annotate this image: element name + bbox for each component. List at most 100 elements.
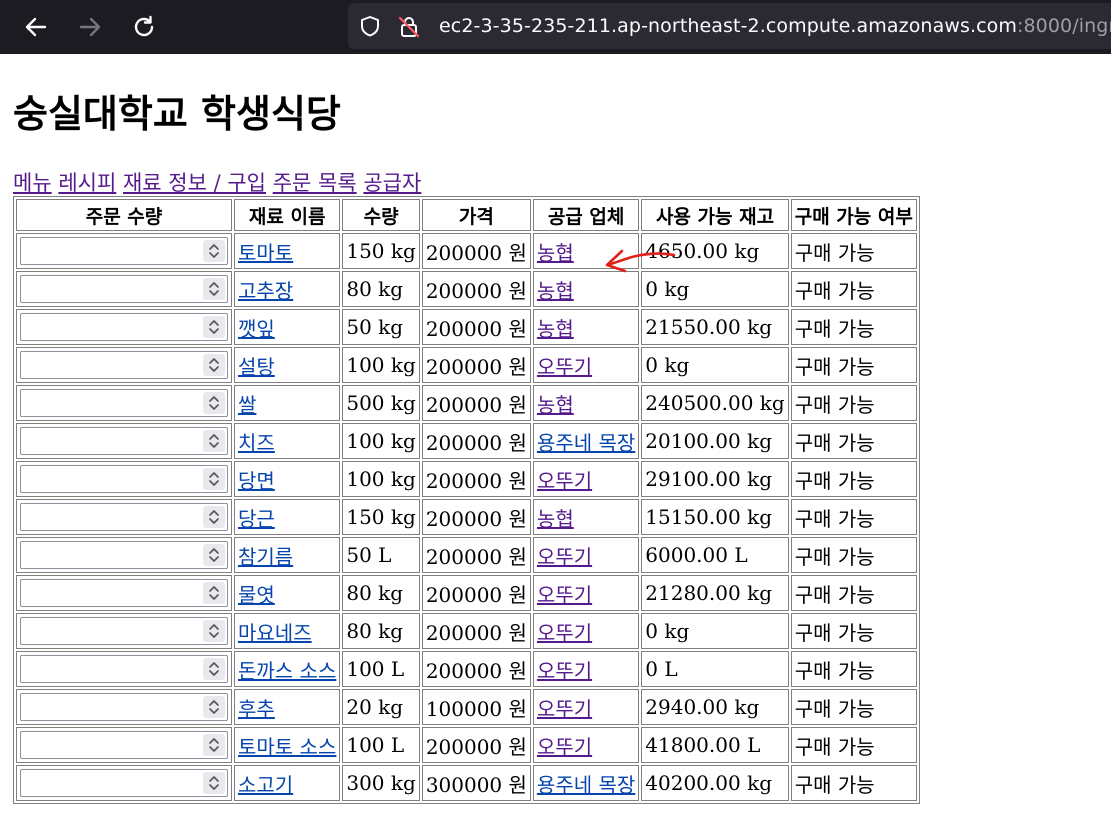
supplier-link[interactable]: 농협 [537,317,574,341]
order-quantity-input[interactable] [20,541,228,569]
spinner-icon[interactable] [203,696,225,718]
order-quantity-input[interactable] [20,655,228,683]
ingredient-link[interactable]: 물엿 [238,583,275,607]
ingredient-link[interactable]: 고추장 [238,279,293,303]
order-quantity-input[interactable] [20,237,228,265]
order-quantity-input[interactable] [20,351,228,379]
quantity-cell: 100 L [342,651,420,687]
spinner-icon[interactable] [203,772,225,794]
insecure-lock-icon[interactable] [397,15,421,39]
price-cell: 200000 원 [421,727,531,763]
spinner-icon[interactable] [203,620,225,642]
ingredient-link[interactable]: 참기름 [238,545,293,569]
ingredient-name-cell: 당근 [234,499,341,535]
supplier-link[interactable]: 용주네 목장 [537,773,635,797]
supplier-link[interactable]: 오뚜기 [537,355,592,379]
supplier-link[interactable]: 오뚜기 [537,469,592,493]
supplier-link[interactable]: 오뚜기 [537,735,592,759]
url-text[interactable]: ec2-3-35-235-211.ap-northeast-2.compute.… [439,15,1111,37]
spinner-icon[interactable] [203,734,225,756]
nav-link-menu[interactable]: 메뉴 [13,171,52,195]
shield-icon[interactable] [359,15,381,37]
ingredient-link[interactable]: 당면 [238,469,275,493]
order-quantity-input[interactable] [20,427,228,455]
spinner-icon[interactable] [203,240,225,262]
nav-link-suppliers[interactable]: 공급자 [363,171,421,195]
stock-cell: 0 kg [641,613,789,649]
ingredient-link[interactable]: 당근 [238,507,275,531]
reload-button[interactable] [126,9,162,45]
ingredient-link[interactable]: 소고기 [238,773,293,797]
ingredient-link[interactable]: 돈까스 소스 [238,659,336,683]
ingredient-link[interactable]: 마요네즈 [238,621,312,645]
supplier-link[interactable]: 농협 [537,279,574,303]
supplier-cell: 농협 [532,309,640,345]
ingredient-link[interactable]: 설탕 [238,355,275,379]
red-annotation-arrow [605,249,676,273]
quantity-cell: 100 L [342,727,420,763]
back-button[interactable] [18,9,54,45]
supplier-link[interactable]: 용주네 목장 [537,431,635,455]
spinner-icon[interactable] [203,430,225,452]
order-quantity-input[interactable] [20,465,228,493]
header-quantity: 수량 [342,199,420,231]
order-quantity-input[interactable] [20,503,228,531]
spinner-icon[interactable] [203,544,225,566]
supplier-link[interactable]: 오뚜기 [537,583,592,607]
supplier-link[interactable]: 오뚜기 [537,545,592,569]
ingredient-link[interactable]: 토마토 소스 [238,735,336,759]
order-quantity-input[interactable] [20,313,228,341]
ingredient-name-cell: 쌀 [234,385,341,421]
supplier-link[interactable]: 농협 [537,507,574,531]
supplier-link[interactable]: 오뚜기 [537,659,592,683]
availability-cell: 구매 가능 [790,461,917,497]
nav-link-recipe[interactable]: 레시피 [58,171,116,195]
ingredient-link[interactable]: 치즈 [238,431,275,455]
spinner-icon[interactable] [203,506,225,528]
spinner-icon[interactable] [203,316,225,338]
order-qty-cell [16,233,232,269]
spinner-icon[interactable] [203,582,225,604]
ingredient-link[interactable]: 쌀 [238,393,256,417]
spinner-icon[interactable] [203,658,225,680]
stock-cell: 0 kg [641,347,789,383]
order-quantity-input[interactable] [20,693,228,721]
price-cell: 100000 원 [421,689,531,725]
table-row: 물엿 80 kg 200000 원 오뚜기 21280.00 kg 구매 가능 [16,575,917,611]
order-quantity-input[interactable] [20,769,228,797]
availability-cell: 구매 가능 [790,271,917,307]
supplier-link[interactable]: 오뚜기 [537,697,592,721]
ingredient-name-cell: 당면 [234,461,341,497]
price-cell: 200000 원 [421,309,531,345]
order-qty-cell [16,727,232,763]
supplier-cell: 농협 [532,385,640,421]
spinner-icon[interactable] [203,392,225,414]
supplier-cell: 오뚜기 [532,727,640,763]
price-cell: 200000 원 [421,385,531,421]
order-quantity-input[interactable] [20,579,228,607]
nav-link-ingredients[interactable]: 재료 정보 / 구입 [123,171,266,195]
nav-link-orders[interactable]: 주문 목록 [273,171,357,195]
ingredient-name-cell: 후추 [234,689,341,725]
ingredient-link[interactable]: 후추 [238,697,275,721]
spinner-icon[interactable] [203,278,225,300]
header-ingredient-name: 재료 이름 [234,199,341,231]
supplier-link[interactable]: 농협 [537,393,574,417]
stock-cell: 0 L [641,651,789,687]
order-quantity-input[interactable] [20,617,228,645]
supplier-link[interactable]: 오뚜기 [537,621,592,645]
spinner-icon[interactable] [203,468,225,490]
ingredient-link[interactable]: 토마토 [238,241,293,265]
supplier-link[interactable]: 농협 [537,241,574,265]
forward-button[interactable] [72,9,108,45]
url-bar[interactable]: ec2-3-35-235-211.ap-northeast-2.compute.… [348,3,1111,49]
availability-cell: 구매 가능 [790,727,917,763]
ingredient-link[interactable]: 깻잎 [238,317,275,341]
order-qty-cell [16,461,232,497]
spinner-icon[interactable] [203,354,225,376]
quantity-cell: 100 kg [342,347,420,383]
order-quantity-input[interactable] [20,389,228,417]
order-quantity-input[interactable] [20,731,228,759]
order-quantity-input[interactable] [20,275,228,303]
availability-cell: 구매 가능 [790,765,917,801]
